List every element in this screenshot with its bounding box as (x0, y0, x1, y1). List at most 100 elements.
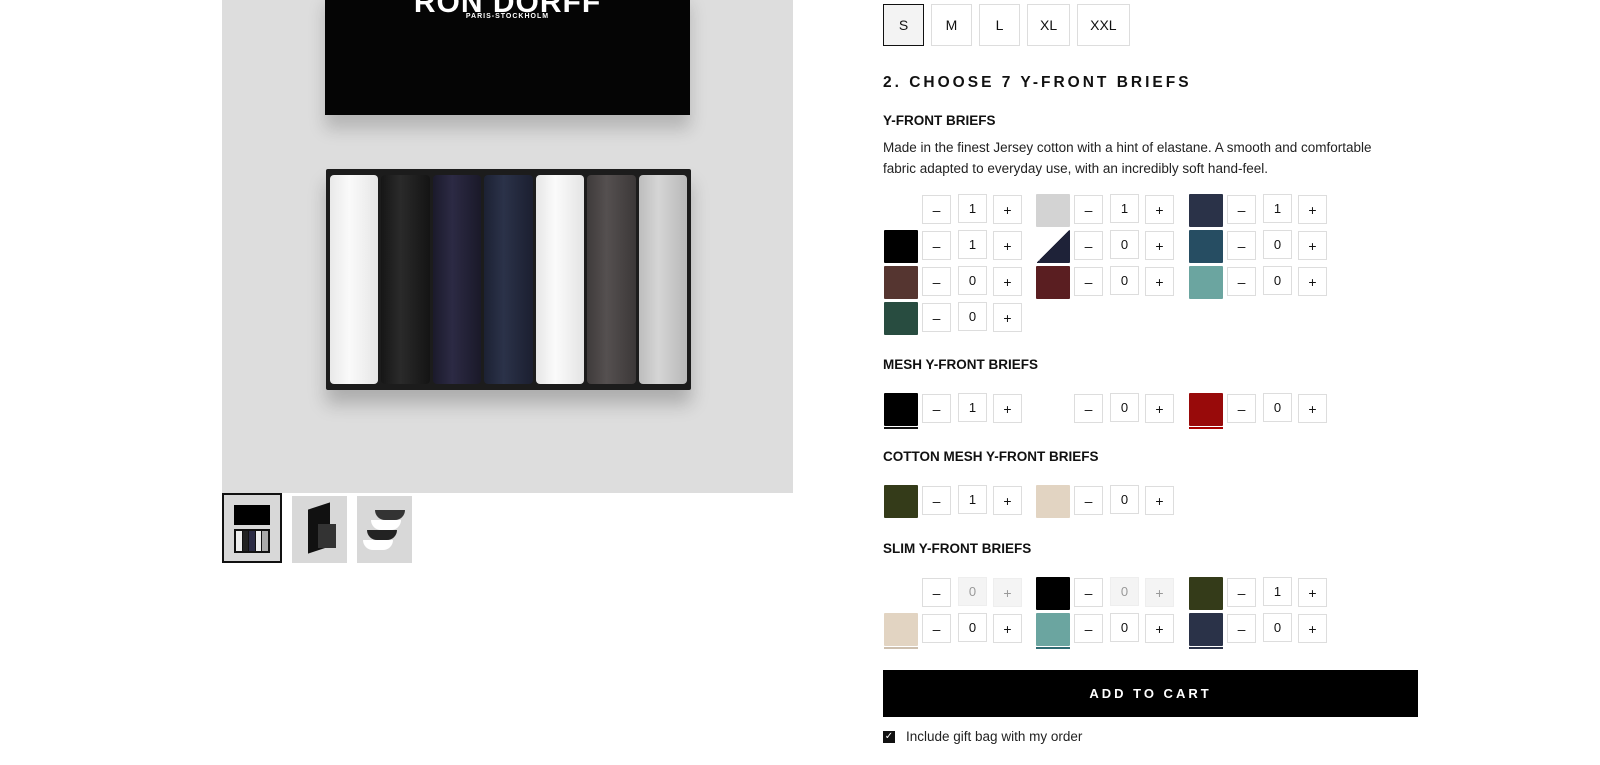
decrease-button[interactable]: – (922, 267, 951, 296)
quantity-value[interactable]: 1 (1263, 194, 1292, 223)
decrease-button[interactable]: – (922, 231, 951, 260)
decrease-button[interactable]: – (1074, 195, 1103, 224)
size-option-xxl[interactable]: XXL (1077, 4, 1130, 46)
color-swatch-beige[interactable] (884, 613, 918, 649)
color-swatch-black[interactable] (884, 393, 918, 429)
size-selector: S M L XL XXL (883, 4, 1130, 46)
color-swatch-burgundy[interactable] (1036, 266, 1070, 299)
increase-button[interactable]: + (993, 303, 1022, 332)
color-swatch-white[interactable] (1036, 393, 1070, 426)
decrease-button[interactable]: – (1227, 614, 1256, 643)
color-swatch-navy[interactable] (1189, 613, 1223, 649)
color-swatch-petrol-blue[interactable] (1189, 230, 1223, 263)
add-to-cart-button[interactable]: ADD TO CART (883, 670, 1418, 717)
quantity-value[interactable]: 0 (1110, 485, 1139, 514)
color-swatch-navy-white[interactable] (1036, 230, 1070, 263)
gift-bag-option[interactable]: ✓ Include gift bag with my order (883, 729, 1082, 744)
thumbnail-strip (222, 493, 412, 563)
decrease-button[interactable]: – (1074, 578, 1103, 607)
color-swatch-olive[interactable] (1189, 577, 1223, 610)
decrease-button[interactable]: – (922, 195, 951, 224)
quantity-value[interactable]: 0 (958, 302, 987, 331)
increase-button[interactable]: + (993, 195, 1022, 224)
decrease-button[interactable]: – (1074, 394, 1103, 423)
thumbnail-briefs-stack[interactable] (357, 496, 412, 563)
size-option-l[interactable]: L (979, 4, 1020, 46)
color-swatch-brown[interactable] (884, 266, 918, 299)
thumbnail-box-front[interactable] (222, 493, 282, 563)
increase-button[interactable]: + (993, 614, 1022, 643)
increase-button[interactable]: + (993, 394, 1022, 423)
decrease-button[interactable]: – (1227, 394, 1256, 423)
increase-button[interactable]: + (1145, 486, 1174, 515)
quantity-value[interactable]: 0 (1110, 266, 1139, 295)
quantity-value[interactable]: 0 (958, 613, 987, 642)
increase-button[interactable]: + (1145, 394, 1174, 423)
decrease-button[interactable]: – (922, 578, 951, 607)
increase-button[interactable]: + (1298, 231, 1327, 260)
quantity-value[interactable]: 0 (1263, 393, 1292, 422)
increase-button[interactable]: + (1145, 267, 1174, 296)
decrease-button[interactable]: – (1074, 486, 1103, 515)
decrease-button[interactable]: – (1074, 267, 1103, 296)
quantity-value[interactable]: 1 (958, 485, 987, 514)
increase-button[interactable]: + (993, 486, 1022, 515)
decrease-button[interactable]: – (1227, 231, 1256, 260)
decrease-button[interactable]: – (922, 486, 951, 515)
thumbnail-brief (363, 540, 393, 550)
decrease-button[interactable]: – (1074, 614, 1103, 643)
quantity-value[interactable]: 1 (958, 230, 987, 259)
decrease-button[interactable]: – (922, 303, 951, 332)
brief-roll (330, 175, 379, 384)
color-swatch-black[interactable] (884, 230, 918, 263)
increase-button[interactable]: + (1145, 614, 1174, 643)
decrease-button[interactable]: – (922, 614, 951, 643)
quantity-value[interactable]: 0 (958, 266, 987, 295)
color-swatch-olive[interactable] (884, 485, 918, 518)
quantity-value[interactable]: 0 (1263, 613, 1292, 642)
increase-button[interactable]: + (1298, 394, 1327, 423)
gift-bag-checkbox[interactable]: ✓ (883, 730, 895, 743)
decrease-button[interactable]: – (1227, 578, 1256, 607)
color-swatch-red[interactable] (1189, 393, 1223, 429)
increase-button[interactable]: + (1145, 231, 1174, 260)
quantity-value[interactable]: 0 (1263, 230, 1292, 259)
increase-button[interactable]: + (993, 267, 1022, 296)
color-swatch-beige[interactable] (1036, 485, 1070, 518)
increase-button[interactable]: + (1145, 195, 1174, 224)
size-option-s[interactable]: S (883, 4, 924, 46)
decrease-button[interactable]: – (922, 394, 951, 423)
decrease-button[interactable]: – (1227, 195, 1256, 224)
color-swatch-white[interactable] (884, 194, 918, 227)
category-title-slim: SLIM Y-FRONT BRIEFS (883, 541, 1032, 556)
quantity-value[interactable]: 1 (958, 194, 987, 223)
quantity-value[interactable]: 0 (1110, 230, 1139, 259)
brief-roll (535, 175, 585, 384)
category-description: Made in the finest Jersey cotton with a … (883, 140, 1372, 176)
increase-button[interactable]: + (993, 231, 1022, 260)
increase-button[interactable]: + (1298, 267, 1327, 296)
size-option-xl[interactable]: XL (1027, 4, 1071, 46)
thumbnail-box-open[interactable] (292, 496, 347, 563)
color-swatch-sea-green[interactable] (1189, 266, 1223, 299)
quantity-value[interactable]: 1 (1263, 577, 1292, 606)
thumbnail-tray (234, 529, 270, 553)
color-swatch-light-grey[interactable] (1036, 194, 1070, 227)
increase-button[interactable]: + (1298, 195, 1327, 224)
quantity-value[interactable]: 0 (1263, 266, 1292, 295)
color-swatch-sea-green[interactable] (1036, 613, 1070, 649)
gift-bag-label: Include gift bag with my order (906, 729, 1083, 744)
color-swatch-white[interactable] (884, 577, 918, 610)
decrease-button[interactable]: – (1074, 231, 1103, 260)
quantity-value[interactable]: 0 (1110, 393, 1139, 422)
increase-button[interactable]: + (1298, 578, 1327, 607)
quantity-value[interactable]: 1 (958, 393, 987, 422)
decrease-button[interactable]: – (1227, 267, 1256, 296)
color-swatch-forest-green[interactable] (884, 302, 918, 335)
color-swatch-navy[interactable] (1189, 194, 1223, 227)
increase-button[interactable]: + (1298, 614, 1327, 643)
size-option-m[interactable]: M (931, 4, 972, 46)
quantity-value[interactable]: 1 (1110, 194, 1139, 223)
color-swatch-black[interactable] (1036, 577, 1070, 610)
quantity-value[interactable]: 0 (1110, 613, 1139, 642)
